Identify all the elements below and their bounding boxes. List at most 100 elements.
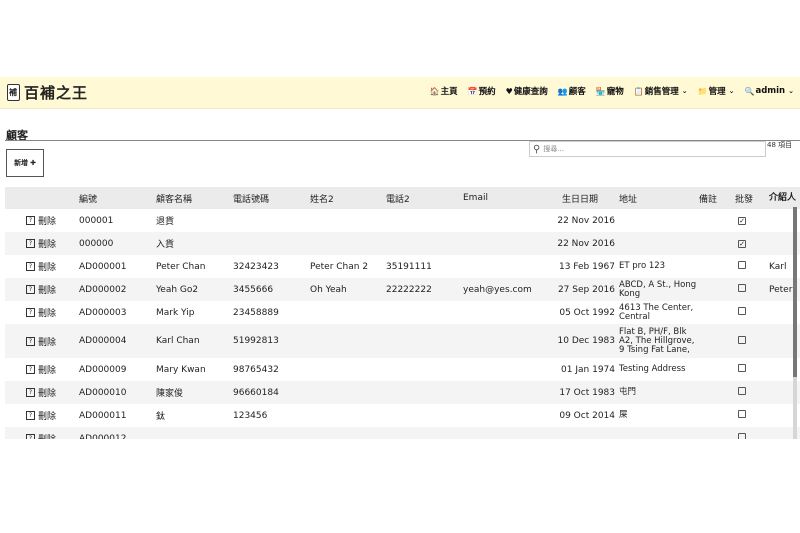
cell-note [699,255,735,278]
chevron-down-icon: ⌄ [728,87,735,95]
wholesale-checkbox[interactable] [738,387,746,395]
table-row[interactable]: ? 刪除 000001 退貨 22 Nov 2016 ✓ [5,209,800,232]
cell-email [463,232,541,255]
cell-phone2 [386,301,463,324]
cell-phone2 [386,381,463,404]
cell-id: AD000004 [79,336,127,346]
cell-name: 退貨 [156,217,175,227]
table-scrollbar[interactable] [793,207,797,439]
nav-item-customers[interactable]: 👥 顧客 [557,85,586,98]
cell-phone2 [386,324,463,358]
column-header-wholesale[interactable]: 批發 [735,187,769,209]
table-header-row: 編號 顧客名稱 電話號碼 姓名2 電話2 Email 生日日期 地址 備註 批發… [5,187,800,209]
table-row[interactable]: ? 刪除 AD000003 Mark Yip 23458889 05 Oct 1992 46… [5,301,800,324]
nav-item-appointments[interactable]: 📅 預約 [468,85,496,98]
table-row[interactable]: ? 刪除 AD000001 Peter Chan 32423423 Peter Chan … [5,255,800,278]
cell-address: 屎 [619,410,628,420]
nav-item-pets[interactable]: 🏪 寵物 [595,85,624,98]
cell-email [463,209,541,232]
cell-phone [233,209,310,232]
column-header-address[interactable]: 地址 [619,187,699,209]
column-header-name[interactable]: 顧客名稱 [156,187,233,209]
cell-note [699,232,735,255]
cell-actions: ?刪除 [5,301,79,324]
delete-icon: ? [26,262,35,271]
column-header-note[interactable]: 備註 [699,187,735,209]
delete-label: 刪除 [38,389,57,399]
cell-name2 [310,381,386,404]
nav-item-label: 銷售管理 [644,87,679,97]
delete-button[interactable]: ?刪除 [5,409,56,422]
column-header-id[interactable]: 編號 [79,187,156,209]
cell-actions: ?刪除 [5,232,79,255]
delete-button[interactable]: ?刪除 [5,260,56,273]
wholesale-checkbox[interactable] [738,307,746,315]
nav-item-admin-management[interactable]: 📁 管理 ⌄ [698,85,735,98]
top-navbar: 補 百補之王 🏠 主頁 📅 預約 ♥ 健康查詢 👥 顧客 🏪 寵物 📋 銷售管理… [0,77,800,109]
cell-id: 000001 [79,215,114,226]
cell-phone: 51992813 [233,336,279,346]
item-count: 48 項目 [767,141,793,149]
delete-button[interactable]: ?刪除 [5,432,56,439]
nav-item-user-account[interactable]: 🔍 admin ⌄ [745,85,795,97]
wholesale-checkbox[interactable]: ✓ [738,239,746,248]
cell-phone [233,427,310,439]
column-header-email[interactable]: Email [463,187,541,209]
delete-button[interactable]: ?刪除 [5,363,56,376]
nav-item-health-query[interactable]: ♥ 健康查詢 [506,85,548,98]
table-row[interactable]: ? 刪除 AD000002 Yeah Go2 3455666 Oh Yeah 2222222… [5,278,800,301]
table-row[interactable]: ? 刪除 000000 入貨 22 Nov 2016 ✓ [5,232,800,255]
cell-name2 [310,358,386,381]
add-customer-button[interactable]: 新增 ✚ [6,149,44,177]
cell-email [463,255,541,278]
table-row[interactable]: ? 刪除 AD000010 陳家俊 96660184 17 Oct 1983 屯門 [5,381,800,404]
table-row[interactable]: ? 刪除 AD000011 鈦 123456 09 Oct 2014 屎 [5,404,800,427]
cell-phone2 [386,358,463,381]
scrollbar-thumb[interactable] [793,207,797,377]
delete-icon: ? [26,411,35,420]
column-header-name2[interactable]: 姓名2 [310,187,386,209]
cell-dob: 13 Feb 1967 [558,261,615,272]
delete-label: 刪除 [38,366,57,376]
cell-name: Karl Chan [156,336,200,346]
delete-button[interactable]: ?刪除 [5,237,56,250]
cell-wholesale: ✓ [735,209,769,232]
column-header-phone[interactable]: 電話號碼 [233,187,310,209]
nav-item-sales-management[interactable]: 📋 銷售管理 ⌄ [633,85,688,98]
cell-id: AD000012 [79,433,127,440]
wholesale-checkbox[interactable] [738,284,746,292]
wholesale-checkbox[interactable] [738,335,746,344]
wholesale-checkbox[interactable] [738,261,746,269]
table-row[interactable]: ? 刪除 AD000009 Mary Kwan 98765432 01 Jan 1974 T… [5,358,800,381]
wholesale-checkbox[interactable] [738,433,746,439]
cell-name: Peter Chan [156,261,206,272]
table-row[interactable]: ?刪除 AD000012 [5,427,800,439]
delete-icon: ? [26,285,35,294]
cell-name2 [310,404,386,427]
search-input[interactable] [543,143,744,155]
brand[interactable]: 補 百補之王 [7,82,88,103]
delete-label: 刪除 [38,412,57,422]
nav-item-home[interactable]: 🏠 主頁 [430,85,458,98]
wholesale-checkbox[interactable] [738,364,746,372]
column-header-dob[interactable]: 生日日期 [541,187,619,209]
chevron-down-icon: ⌄ [681,87,688,95]
column-header-referrer[interactable]: 介紹人 [769,187,800,209]
delete-icon: ? [26,388,35,397]
wholesale-checkbox[interactable]: ✓ [738,216,746,225]
table-row[interactable]: ? 刪除 AD000004 Karl Chan 51992813 10 Dec 1983 F… [5,324,800,358]
column-header-phone2[interactable]: 電話2 [386,187,463,209]
cell-note [699,404,735,427]
delete-button[interactable]: ?刪除 [5,214,56,227]
users-icon: 👥 [557,86,568,96]
cell-name2: Peter Chan 2 [310,261,369,272]
delete-button[interactable]: ?刪除 [5,306,56,319]
cell-phone: 23458889 [233,307,279,318]
wholesale-checkbox[interactable] [738,410,746,418]
delete-button[interactable]: ?刪除 [5,386,56,399]
delete-button[interactable]: ?刪除 [5,335,56,348]
list-icon: 📋 [633,86,644,96]
delete-button[interactable]: ?刪除 [5,283,56,296]
store-icon: 🏪 [595,86,606,96]
nav-item-label: 寵物 [606,87,624,97]
